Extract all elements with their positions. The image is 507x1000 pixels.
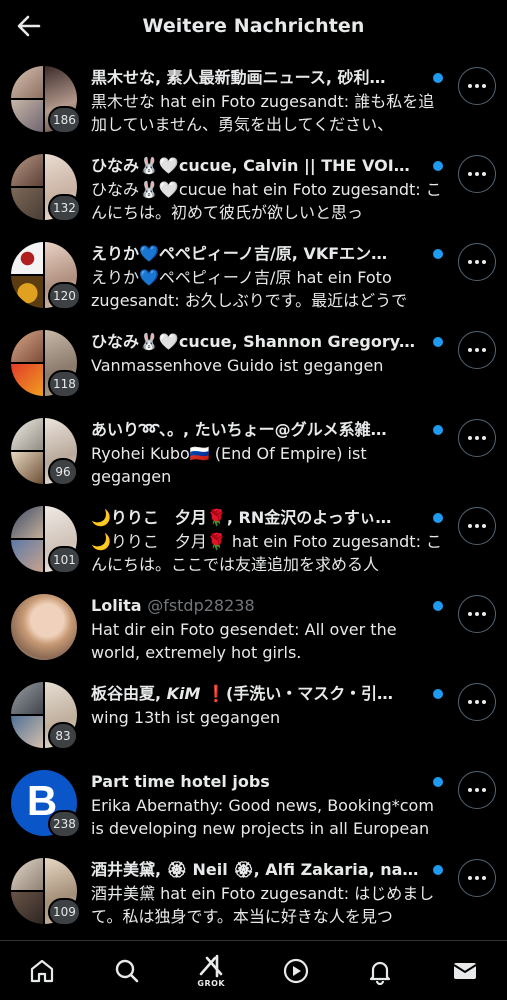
message-preview: Erika Abernathy: Good news, Booking*com … bbox=[91, 796, 434, 838]
conversation-title: えりか💙ペペピィーノ吉/原, VKFエン… bbox=[91, 244, 388, 263]
unread-indicator bbox=[433, 425, 443, 435]
bell-icon bbox=[370, 961, 391, 985]
nav-notifications[interactable] bbox=[350, 943, 410, 999]
nav-messages[interactable] bbox=[435, 943, 495, 999]
unread-indicator bbox=[433, 73, 443, 83]
bottom-nav: GROK bbox=[0, 940, 507, 1000]
message-preview: 🌙りりこ 夕月🌹 hat ein Foto zugesandt: こんにちは。こ… bbox=[91, 532, 443, 574]
message-preview: Ryohei Kubo🇷🇺 (End Of Empire) ist gegang… bbox=[91, 444, 367, 486]
conversation-title: ひなみ🐰🤍cucue, Calvin || THE VOID… bbox=[91, 156, 421, 175]
more-options-button[interactable] bbox=[458, 155, 496, 193]
conversation-text: 🌙りりこ 夕月🌹, RN金沢のよっすぃ… 🌙りりこ 夕月🌹 hat ein Fo… bbox=[91, 507, 442, 576]
conversation-title: Lolita @fstdp28238 bbox=[91, 596, 255, 615]
user-handle: @fstdp28238 bbox=[147, 596, 255, 615]
member-count-badge: 120 bbox=[48, 282, 81, 310]
search-icon bbox=[115, 959, 139, 982]
more-options-button[interactable] bbox=[458, 243, 496, 281]
more-icon bbox=[468, 436, 472, 440]
member-count-badge: 238 bbox=[48, 810, 81, 838]
more-options-button[interactable] bbox=[458, 419, 496, 457]
more-icon bbox=[468, 524, 472, 528]
conversation-text: 黒木せな, 素人最新動画ニュース, 砂利… 黒木せな hat ein Foto … bbox=[91, 67, 441, 136]
unread-indicator bbox=[433, 513, 443, 523]
conversation-text: 酒井美黛, 🏵 Neil 🏵, Alfi Zakaria, nao… 酒井美黛 … bbox=[91, 859, 441, 928]
unread-indicator bbox=[433, 249, 443, 259]
conversation-title: 🌙りりこ 夕月🌹, RN金沢のよっすぃ… bbox=[91, 508, 392, 527]
member-count-badge: 83 bbox=[48, 722, 78, 750]
grok-icon bbox=[199, 954, 223, 977]
more-options-button[interactable] bbox=[458, 771, 496, 809]
conversation-text: 板谷由夏, 𝙆𝙞𝙈 ❗(手洗い・マスク・引… wing 13th ist geg… bbox=[91, 683, 441, 729]
message-preview: ひなみ🐰🤍cucue hat ein Foto zugesandt: こんにちは… bbox=[91, 180, 442, 222]
more-options-button[interactable] bbox=[458, 859, 496, 897]
unread-indicator bbox=[433, 689, 443, 699]
member-count-badge: 101 bbox=[48, 546, 81, 574]
conversation-title: ひなみ🐰🤍cucue, Shannon Gregory, … bbox=[91, 332, 421, 351]
unread-indicator bbox=[433, 601, 443, 611]
conversation-text: あいり➿︎︎、。, たいちょー@グルメ系雑… Ryohei Kubo🇷🇺 (En… bbox=[91, 419, 441, 488]
back-button[interactable] bbox=[14, 12, 44, 40]
member-count-badge: 118 bbox=[48, 370, 81, 398]
conversation-text: ひなみ🐰🤍cucue, Calvin || THE VOID… ひなみ🐰🤍cuc… bbox=[91, 155, 442, 224]
member-count-badge: 96 bbox=[48, 458, 78, 486]
conversation-title: Part time hotel jobs bbox=[91, 772, 270, 791]
unread-indicator bbox=[433, 865, 443, 875]
conversation-list: 黒木せな, 素人最新動画ニュース, 砂利… 黒木せな hat ein Foto … bbox=[0, 52, 507, 932]
nav-search[interactable] bbox=[97, 943, 157, 999]
more-options-button[interactable] bbox=[458, 67, 496, 105]
conversation-title: 板谷由夏, 𝙆𝙞𝙈 ❗(手洗い・マスク・引… bbox=[91, 684, 393, 703]
nav-home[interactable] bbox=[12, 943, 72, 999]
user-avatar bbox=[11, 594, 77, 660]
unread-indicator bbox=[433, 777, 443, 787]
mail-icon bbox=[453, 962, 477, 979]
conversation-row[interactable]: Lolita @fstdp28238 Hat dir ein Foto gese… bbox=[0, 580, 507, 668]
top-bar: Weitere Nachrichten bbox=[0, 0, 507, 52]
unread-indicator bbox=[433, 337, 443, 347]
member-count-badge: 132 bbox=[48, 194, 81, 222]
more-icon bbox=[468, 84, 472, 88]
more-icon bbox=[468, 612, 472, 616]
conversation-title: 酒井美黛, 🏵 Neil 🏵, Alfi Zakaria, nao… bbox=[91, 860, 421, 879]
message-preview: 酒井美黛 hat ein Foto zugesandt: はじめまして。私は独身… bbox=[91, 884, 435, 926]
more-options-button[interactable] bbox=[458, 595, 496, 633]
member-count-badge: 109 bbox=[48, 898, 81, 926]
play-icon bbox=[283, 958, 308, 983]
conversation-text: ひなみ🐰🤍cucue, Shannon Gregory, … Vanmassen… bbox=[91, 331, 441, 377]
unread-indicator bbox=[433, 161, 443, 171]
grok-label: GROK bbox=[197, 978, 226, 988]
arrow-left-icon bbox=[17, 15, 41, 37]
more-icon bbox=[468, 700, 472, 704]
page-title: Weitere Nachrichten bbox=[142, 15, 365, 37]
message-preview: 黒木せな hat ein Foto zugesandt: 誰も私を追加していませ… bbox=[91, 92, 435, 134]
conversation-title: 黒木せな, 素人最新動画ニュース, 砂利… bbox=[91, 68, 386, 87]
message-preview: えりか💙ペペピィーノ吉/原 hat ein Foto zugesandt: お久… bbox=[91, 268, 408, 310]
message-preview: Hat dir ein Foto gesendet: All over the … bbox=[91, 620, 397, 662]
more-icon bbox=[468, 260, 472, 264]
more-icon bbox=[468, 788, 472, 792]
conversation-title: あいり➿︎︎、。, たいちょー@グルメ系雑… bbox=[91, 420, 387, 439]
more-options-button[interactable] bbox=[458, 683, 496, 721]
conversation-text: Part time hotel jobs Erika Abernathy: Go… bbox=[91, 771, 441, 840]
home-icon bbox=[31, 959, 54, 982]
more-icon bbox=[468, 876, 472, 880]
conversation-text: えりか💙ペペピィーノ吉/原, VKFエン… えりか💙ペペピィーノ吉/原 hat … bbox=[91, 243, 441, 312]
conversation-text: Lolita @fstdp28238 Hat dir ein Foto gese… bbox=[91, 595, 441, 664]
more-icon bbox=[468, 172, 472, 176]
more-icon bbox=[468, 348, 472, 352]
nav-video[interactable] bbox=[266, 943, 326, 999]
member-count-badge: 186 bbox=[48, 106, 81, 134]
message-preview: Vanmassenhove Guido ist gegangen bbox=[91, 356, 384, 375]
more-options-button[interactable] bbox=[458, 507, 496, 545]
nav-grok[interactable]: GROK bbox=[181, 943, 241, 999]
more-options-button[interactable] bbox=[458, 331, 496, 369]
message-preview: wing 13th ist gegangen bbox=[91, 708, 281, 727]
